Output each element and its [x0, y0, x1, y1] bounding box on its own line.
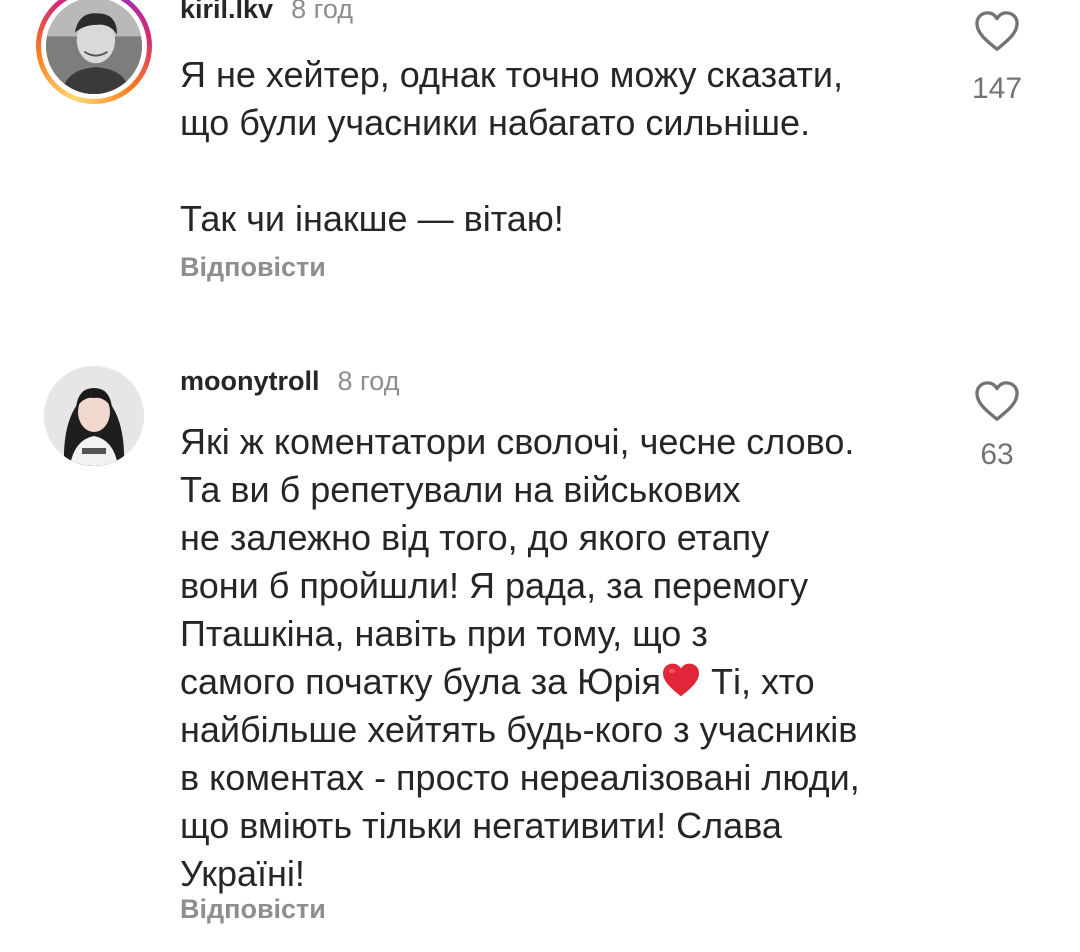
red-heart-emoji-icon [663, 663, 699, 697]
like-count: 63 [980, 438, 1014, 471]
person-photo-icon [46, 0, 142, 94]
like-control: 63 [952, 380, 1042, 472]
comment-text-part: Які ж коментатори сволочі, чесне слово. … [180, 421, 855, 702]
reply-button[interactable]: Відповісти [180, 252, 326, 283]
like-count: 147 [971, 72, 1023, 105]
avatar-photo [46, 0, 142, 94]
avatar-frame [41, 0, 147, 99]
heart-outline-icon[interactable] [974, 380, 1020, 422]
comment-text: Я не хейтер, однак точно можу сказати, щ… [180, 54, 843, 239]
person-photo-icon [44, 366, 144, 466]
username[interactable]: moonytroll [180, 366, 320, 397]
comment-header: moonytroll 8 год [180, 366, 399, 397]
comment-text: Які ж коментатори сволочі, чесне слово. … [180, 418, 960, 898]
comment-header: kiril.lkv 8 год [180, 0, 353, 25]
reply-button[interactable]: Відповісти [180, 894, 326, 925]
like-control: 147 [952, 10, 1042, 106]
comment-time: 8 год [291, 0, 354, 24]
username[interactable]: kiril.lkv [180, 0, 273, 25]
avatar[interactable] [44, 366, 144, 466]
heart-outline-icon[interactable] [974, 10, 1020, 52]
avatar[interactable] [36, 0, 152, 104]
comment-time: 8 год [337, 366, 400, 396]
